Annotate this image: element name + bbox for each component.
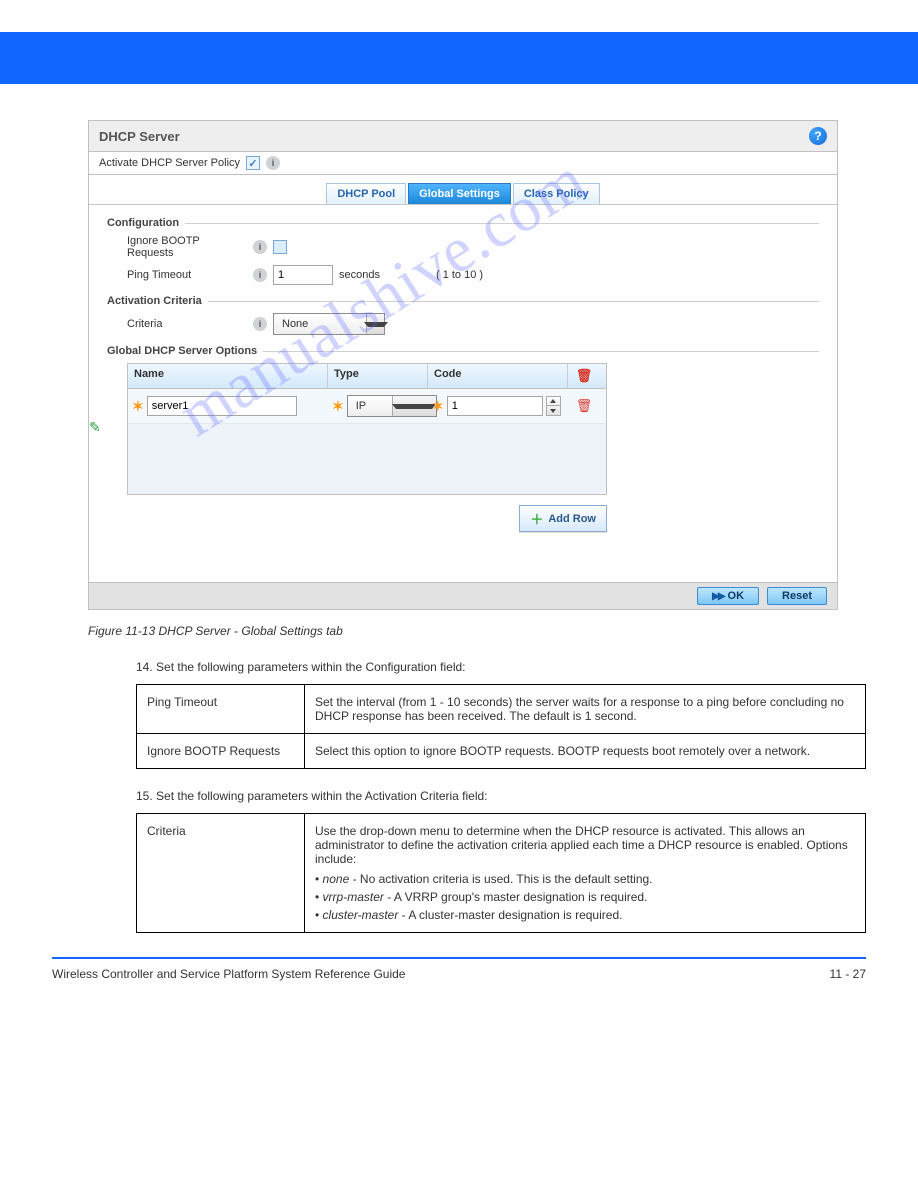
type-select[interactable]: IP	[347, 395, 437, 417]
trash-icon[interactable]: 🗑	[576, 398, 593, 414]
col-delete: 🗑	[568, 364, 600, 388]
info-icon[interactable]: i	[253, 268, 267, 282]
param-value: Select this option to ignore BOOTP reque…	[305, 734, 866, 769]
reset-label: Reset	[782, 590, 812, 602]
tab-bar: DHCP Pool Global Settings Class Policy	[89, 183, 837, 205]
options-table: Name Type Code 🗑 ✶ ✶ IP	[127, 363, 607, 495]
footer-left: Wireless Controller and Service Platform…	[52, 967, 405, 981]
plus-icon: ＋	[530, 509, 543, 528]
param-key: Ping Timeout	[137, 685, 305, 734]
bullet-label: cluster-master	[323, 908, 399, 922]
config-intro: 14. Set the following parameters within …	[136, 660, 838, 674]
spin-up-icon[interactable]	[547, 397, 560, 406]
reset-button[interactable]: Reset	[767, 587, 827, 605]
ignore-bootp-row: Ignore BOOTP Requests i	[127, 235, 819, 259]
param-key: Criteria	[137, 814, 305, 933]
bullet-text: - A VRRP group's master designation is r…	[384, 890, 648, 904]
info-icon[interactable]: i	[253, 317, 267, 331]
criteria-desc: Use the drop-down menu to determine when…	[315, 824, 848, 866]
tab-global-settings[interactable]: Global Settings	[408, 183, 511, 204]
configuration-section: Configuration Ignore BOOTP Requests i Pi…	[107, 217, 819, 285]
bullet-text: - No activation criteria is used. This i…	[349, 872, 652, 886]
col-code: Code	[428, 364, 568, 388]
activate-checkbox[interactable]: ✓	[246, 156, 260, 170]
ignore-bootp-label: Ignore BOOTP Requests	[127, 235, 247, 259]
add-row-label: Add Row	[548, 513, 596, 525]
options-title: Global DHCP Server Options	[107, 345, 819, 357]
forward-icon: ▶▶	[712, 591, 723, 602]
activation-intro: 15. Set the following parameters within …	[136, 789, 866, 803]
activation-section: Activation Criteria Criteria i None	[107, 295, 819, 335]
bullet-text: - A cluster-master designation is requir…	[398, 908, 622, 922]
bullet-label: vrrp-master	[323, 890, 384, 904]
name-input[interactable]	[147, 396, 297, 416]
table-blank	[128, 424, 606, 494]
activate-row: Activate DHCP Server Policy ✓ i	[89, 152, 837, 175]
table-row: Ignore BOOTP Requests Select this option…	[137, 734, 866, 769]
table-row: Ping Timeout Set the interval (from 1 - …	[137, 685, 866, 734]
tab-class-policy[interactable]: Class Policy	[513, 183, 600, 204]
config-params-table: Ping Timeout Set the interval (from 1 - …	[136, 684, 866, 769]
add-row-button[interactable]: ＋ Add Row	[519, 505, 607, 532]
spin-down-icon[interactable]	[547, 406, 560, 415]
info-icon[interactable]: i	[253, 240, 267, 254]
ping-timeout-row: Ping Timeout i seconds ( 1 to 10 )	[127, 265, 819, 285]
tab-dhcp-pool[interactable]: DHCP Pool	[326, 183, 406, 204]
configuration-title: Configuration	[107, 217, 819, 229]
param-key: Ignore BOOTP Requests	[137, 734, 305, 769]
config-intro-text: Set the following parameters within the …	[156, 660, 466, 674]
activation-table: Criteria Use the drop-down menu to deter…	[136, 813, 866, 933]
required-icon: ✶	[132, 398, 144, 415]
ping-timeout-input[interactable]	[273, 265, 333, 285]
ignore-bootp-checkbox[interactable]	[273, 240, 287, 254]
criteria-value: None	[274, 318, 316, 330]
criteria-label: Criteria	[127, 318, 247, 330]
edit-icon[interactable]: ✎	[89, 419, 101, 436]
ping-range-label: ( 1 to 10 )	[436, 269, 483, 281]
criteria-select[interactable]: None	[273, 313, 385, 335]
table-row: Criteria Use the drop-down menu to deter…	[137, 814, 866, 933]
type-value: IP	[348, 400, 392, 412]
options-head-row: Name Type Code 🗑	[128, 364, 606, 389]
chevron-down-icon	[366, 314, 384, 334]
trash-icon[interactable]: 🗑	[576, 368, 593, 384]
col-name: Name	[128, 364, 328, 388]
help-icon[interactable]: ?	[809, 127, 827, 145]
footer-right: 11 - 27	[830, 967, 866, 981]
param-value: Set the interval (from 1 - 10 seconds) t…	[305, 685, 866, 734]
bullet-label: none	[323, 872, 350, 886]
required-icon: ✶	[332, 398, 344, 415]
info-icon[interactable]: i	[266, 156, 280, 170]
required-icon: ✶	[432, 398, 444, 415]
activate-label: Activate DHCP Server Policy	[99, 157, 240, 169]
seconds-label: seconds	[339, 269, 380, 281]
panel-title: DHCP Server	[99, 129, 180, 144]
activation-title: Activation Criteria	[107, 295, 819, 307]
code-input[interactable]	[447, 396, 543, 416]
col-type: Type	[328, 364, 428, 388]
code-spinner[interactable]	[546, 396, 561, 416]
panel-footer: ▶▶ OK Reset	[89, 582, 837, 609]
activation-intro-text: Set the following parameters within the …	[156, 789, 488, 803]
ok-label: OK	[728, 590, 745, 602]
panel-header: DHCP Server ?	[89, 121, 837, 152]
param-value: Use the drop-down menu to determine when…	[305, 814, 866, 933]
ok-button[interactable]: ▶▶ OK	[697, 587, 759, 605]
table-row: ✶ ✶ IP ✶	[128, 389, 606, 424]
criteria-row: Criteria i None	[127, 313, 819, 335]
header-bar	[0, 32, 918, 84]
page-footer: Wireless Controller and Service Platform…	[52, 967, 866, 981]
dhcp-panel: DHCP Server ? Activate DHCP Server Polic…	[88, 120, 838, 610]
figure-caption: Figure 11-13 DHCP Server - Global Settin…	[88, 624, 838, 638]
footer-rule	[52, 957, 866, 959]
options-section: Global DHCP Server Options ✎ Name Type C…	[107, 345, 819, 532]
ping-timeout-label: Ping Timeout	[127, 269, 247, 281]
